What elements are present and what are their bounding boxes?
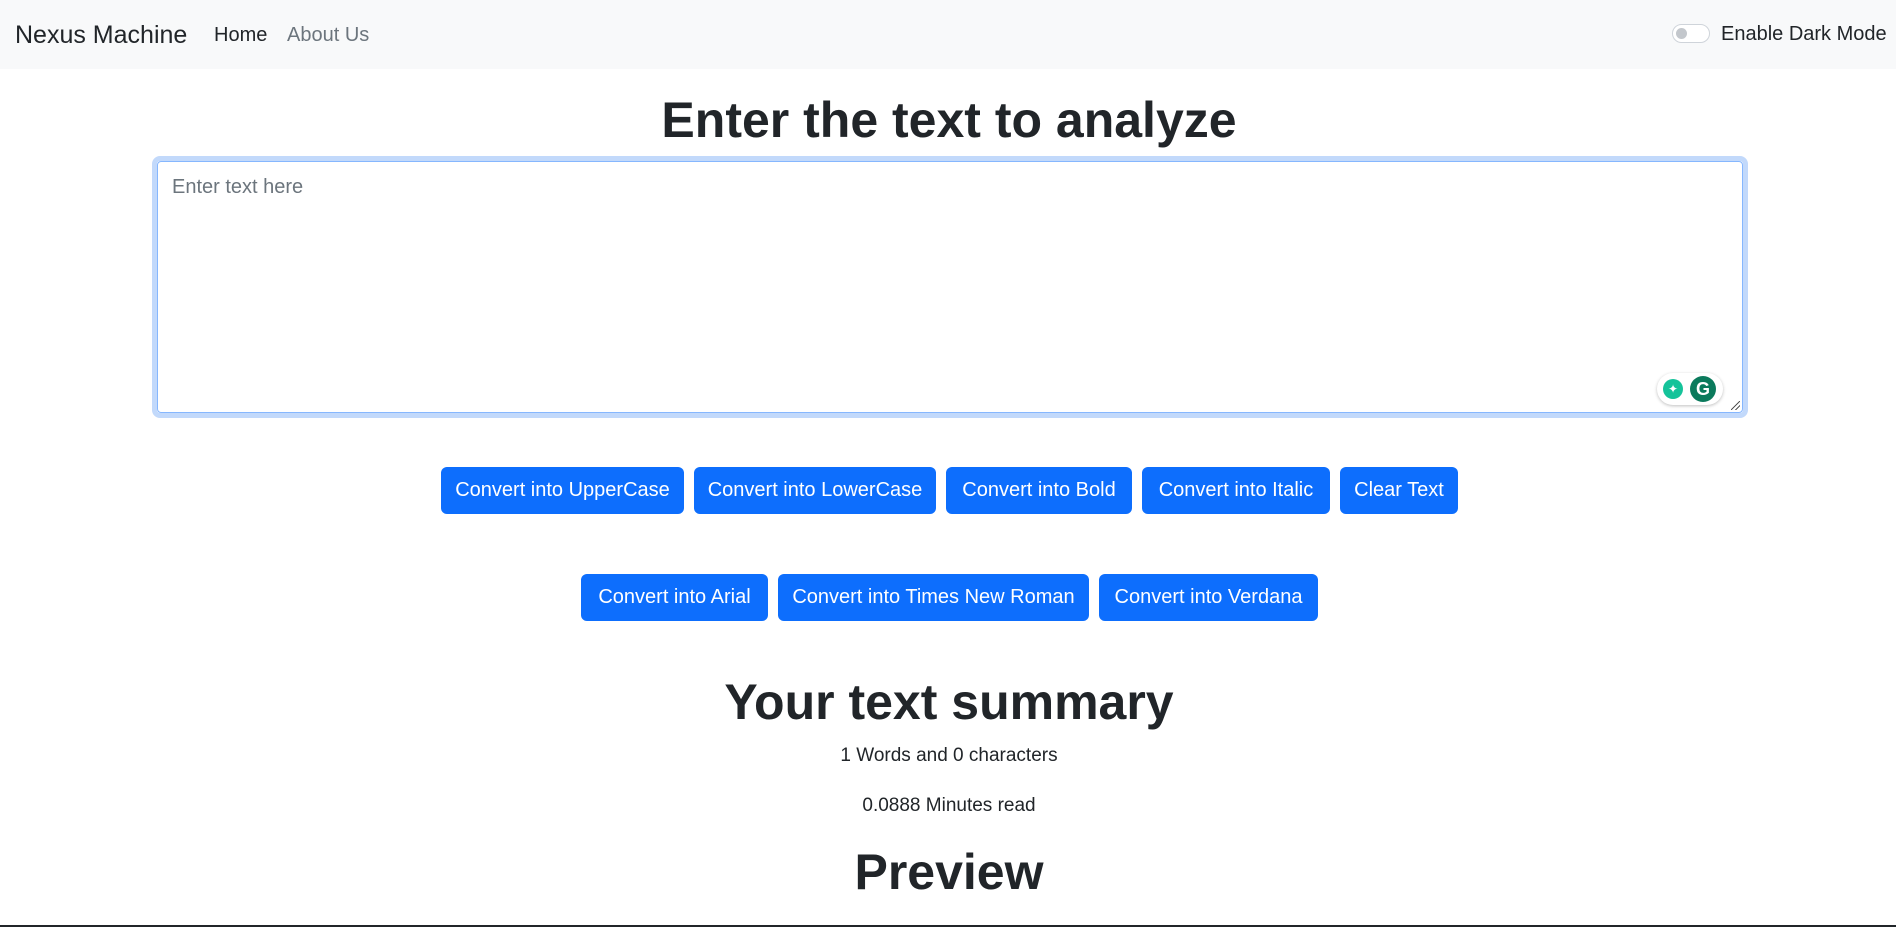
text-input[interactable] <box>157 161 1743 413</box>
read-time: 0.0888 Minutes read <box>862 795 1036 816</box>
navbar: Nexus Machine Home About Us Enable Dark … <box>0 0 1896 69</box>
word-char-count: 1 Words and 0 characters <box>840 745 1058 766</box>
lightbulb-icon[interactable]: ✦ <box>1663 379 1683 399</box>
italic-button[interactable]: Convert into Italic <box>1142 467 1330 514</box>
brand-logo[interactable]: Nexus Machine <box>15 20 187 50</box>
page-title: Enter the text to analyze <box>661 92 1237 148</box>
clear-text-button[interactable]: Clear Text <box>1340 467 1458 514</box>
resize-handle-icon[interactable] <box>1731 401 1740 410</box>
text-input-wrapper: ✦ G <box>152 156 1748 418</box>
uppercase-button[interactable]: Convert into UpperCase <box>441 467 684 514</box>
nav-link-home[interactable]: Home <box>214 23 267 47</box>
summary-heading: Your text summary <box>724 674 1174 730</box>
dark-mode-label[interactable]: Enable Dark Mode <box>1721 22 1887 46</box>
preview-heading: Preview <box>854 844 1044 900</box>
nav-link-about-us[interactable]: About Us <box>287 23 369 47</box>
dark-mode-toggle[interactable] <box>1672 24 1710 43</box>
verdana-button[interactable]: Convert into Verdana <box>1099 574 1318 621</box>
grammarly-widget[interactable]: ✦ G <box>1657 373 1723 405</box>
bold-button[interactable]: Convert into Bold <box>946 467 1132 514</box>
toggle-knob <box>1676 28 1687 39</box>
grammarly-icon[interactable]: G <box>1690 376 1716 402</box>
times-new-roman-button[interactable]: Convert into Times New Roman <box>778 574 1089 621</box>
lowercase-button[interactable]: Convert into LowerCase <box>694 467 936 514</box>
arial-button[interactable]: Convert into Arial <box>581 574 768 621</box>
